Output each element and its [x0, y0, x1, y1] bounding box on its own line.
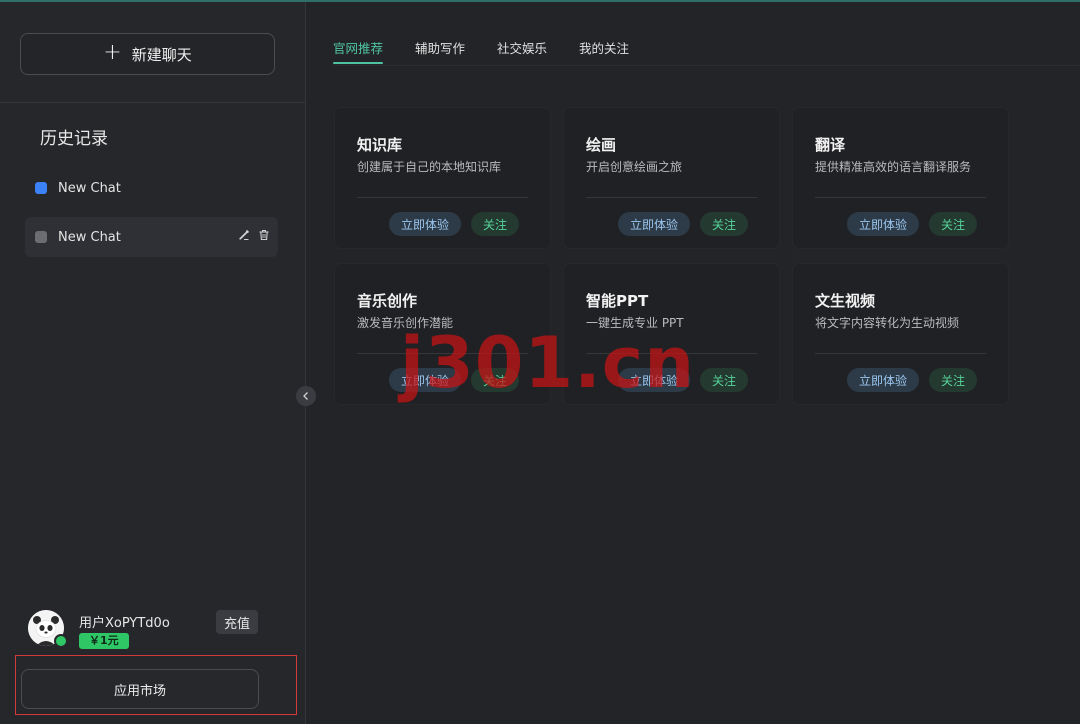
- history-item-active[interactable]: New Chat: [25, 217, 278, 257]
- card-title: 智能PPT: [586, 292, 649, 310]
- try-now-button[interactable]: 立即体验: [847, 368, 919, 392]
- card-divider: [586, 197, 757, 198]
- app-market-button[interactable]: 应用市场: [21, 669, 259, 709]
- try-now-button[interactable]: 立即体验: [389, 212, 461, 236]
- trash-icon[interactable]: [258, 229, 270, 241]
- edit-icon[interactable]: [238, 229, 250, 241]
- card-description: 将文字内容转化为生动视频: [815, 316, 960, 330]
- card-title: 文生视频: [815, 292, 876, 310]
- card-divider: [815, 197, 986, 198]
- chat-color-dot: [35, 231, 47, 243]
- follow-button[interactable]: 关注: [700, 368, 748, 392]
- chevron-left-icon: [303, 392, 308, 400]
- card-title: 音乐创作: [357, 292, 418, 310]
- app-market-highlight: 应用市场: [15, 655, 297, 715]
- user-panel: 用户XoPYTd0o ￥1元 充值: [28, 608, 268, 649]
- tab-social-entertainment[interactable]: 社交娱乐: [497, 38, 547, 64]
- new-chat-button[interactable]: + 新建聊天: [20, 33, 275, 75]
- username: 用户XoPYTd0o: [79, 616, 170, 631]
- sidebar-divider: [0, 102, 305, 103]
- app-card: 文生视频 将文字内容转化为生动视频 立即体验 关注: [793, 264, 1008, 404]
- watermark: j301.cn: [400, 322, 696, 404]
- card-title: 翻译: [815, 136, 846, 154]
- sidebar: + 新建聊天 历史记录 New Chat New Chat 用户XoPYTd0o…: [0, 2, 306, 724]
- balance-badge: ￥1元: [79, 633, 129, 649]
- tabs-divider: [333, 65, 1080, 66]
- card-description: 开启创意绘画之旅: [586, 160, 683, 174]
- try-now-button[interactable]: 立即体验: [618, 212, 690, 236]
- app-card: 翻译 提供精准高效的语言翻译服务 立即体验 关注: [793, 108, 1008, 248]
- collapse-sidebar-button[interactable]: [296, 386, 316, 406]
- follow-button[interactable]: 关注: [700, 212, 748, 236]
- card-description: 提供精准高效的语言翻译服务: [815, 160, 972, 174]
- tab-writing-assist[interactable]: 辅助写作: [415, 38, 465, 64]
- chat-color-dot: [35, 182, 47, 194]
- tab-my-follows[interactable]: 我的关注: [579, 38, 629, 64]
- history-item-label: New Chat: [58, 229, 121, 245]
- history-item-label: New Chat: [58, 180, 121, 196]
- card-divider: [357, 197, 528, 198]
- follow-button[interactable]: 关注: [929, 212, 977, 236]
- card-title: 绘画: [586, 136, 617, 154]
- new-chat-label: 新建聊天: [131, 45, 192, 64]
- follow-button[interactable]: 关注: [929, 368, 977, 392]
- card-divider: [815, 353, 986, 354]
- history-title: 历史记录: [40, 129, 108, 149]
- app-card: 知识库 创建属于自己的本地知识库 立即体验 关注: [335, 108, 550, 248]
- category-tabs: 官网推荐 辅助写作 社交娱乐 我的关注: [333, 38, 661, 66]
- plus-icon: +: [103, 40, 122, 65]
- tab-official-recommend[interactable]: 官网推荐: [333, 38, 384, 64]
- online-status-dot: [54, 634, 68, 648]
- card-title: 知识库: [357, 136, 403, 154]
- recharge-button[interactable]: 充值: [216, 610, 258, 634]
- card-description: 创建属于自己的本地知识库: [357, 160, 502, 174]
- history-item[interactable]: New Chat: [25, 168, 278, 208]
- try-now-button[interactable]: 立即体验: [847, 212, 919, 236]
- follow-button[interactable]: 关注: [471, 212, 519, 236]
- app-card: 绘画 开启创意绘画之旅 立即体验 关注: [564, 108, 779, 248]
